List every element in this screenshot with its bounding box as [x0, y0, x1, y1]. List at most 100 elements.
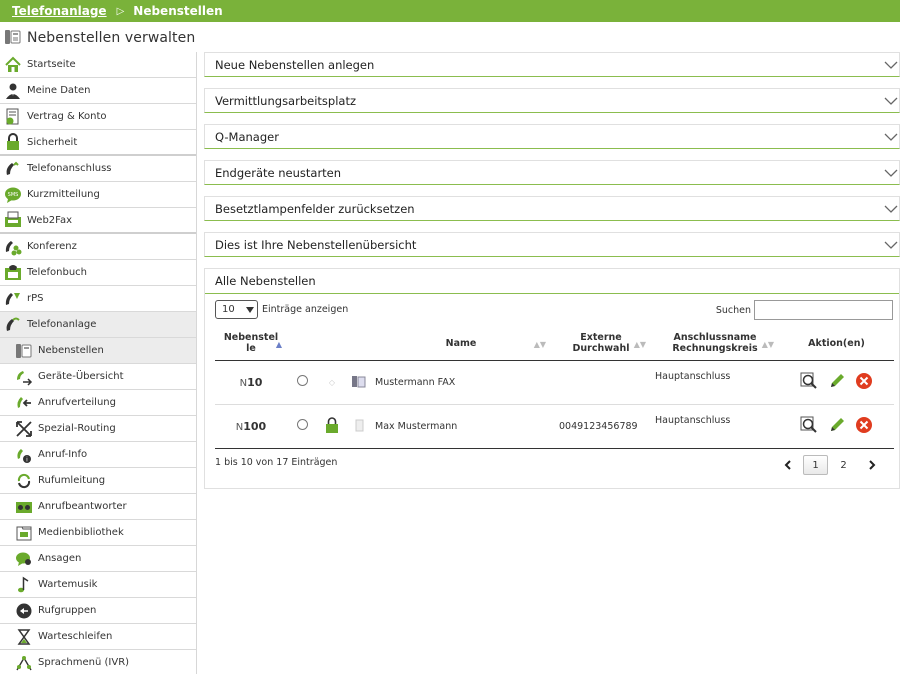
lock-icon[interactable]: [325, 416, 339, 436]
extension-number: N10: [215, 360, 287, 405]
sidebar-item-anrufverteilung[interactable]: Anrufverteilung: [0, 390, 196, 416]
main-content: Neue Nebenstellen anlegen Vermittlungsar…: [204, 52, 900, 489]
breadcrumb: Telefonanlage ▷ Nebenstellen: [0, 0, 900, 22]
column-header-name[interactable]: Name ▲▼: [371, 327, 551, 361]
sidebar-item-label: rPS: [27, 293, 44, 304]
chevron-down-icon: [884, 205, 898, 213]
column-header-label: Aktion(en): [808, 337, 865, 349]
sidebar-item-label: Telefonanschluss: [27, 163, 112, 174]
accordion-vermittlungsarbeitsplatz[interactable]: Vermittlungsarbeitsplatz: [204, 88, 900, 113]
row-radio[interactable]: [296, 419, 308, 430]
row-radio[interactable]: [296, 375, 308, 386]
contract-icon: [4, 108, 22, 126]
sidebar-item-label: Konferenz: [27, 241, 77, 252]
search-control: Suchen: [716, 300, 893, 320]
call-forward-icon: [15, 472, 33, 490]
next-page-button[interactable]: [859, 455, 884, 475]
breadcrumb-link-telefonanlage[interactable]: Telefonanlage: [12, 4, 107, 18]
sidebar-item-telefonanlage[interactable]: Telefonanlage: [0, 312, 196, 338]
breadcrumb-current: Nebenstellen: [133, 4, 223, 18]
ivr-icon: [15, 654, 33, 672]
search-icon[interactable]: [800, 416, 818, 437]
fax-device-icon: [351, 375, 367, 391]
delete-icon[interactable]: [855, 372, 873, 393]
sidebar-item-telefonanschluss[interactable]: Telefonanschluss: [0, 156, 196, 182]
search-icon[interactable]: [800, 372, 818, 393]
table-info: 1 bis 10 von 17 Einträgen: [215, 457, 338, 468]
sidebar-item-nebenstellen[interactable]: Nebenstellen: [0, 338, 196, 364]
page-button-1[interactable]: 1: [803, 455, 828, 475]
search-input[interactable]: [754, 300, 893, 320]
column-header-externe-durchwahl[interactable]: Externe Durchwahl ▲▼: [551, 327, 651, 361]
rps-icon: [4, 290, 22, 308]
page-length-select[interactable]: 10: [215, 300, 258, 319]
extension-ddi: 0049123456789: [551, 404, 651, 449]
search-label: Suchen: [715, 304, 751, 316]
sidebar-item-telefonbuch[interactable]: Telefonbuch: [0, 260, 196, 286]
music-note-icon: [15, 576, 33, 594]
sidebar-item-warteschleifen[interactable]: Warteschleifen: [0, 624, 196, 650]
sidebar-item-label: Warteschleifen: [38, 631, 113, 642]
sidebar-item-label: Wartemusik: [38, 579, 98, 590]
pagination: 1 2: [772, 455, 884, 475]
column-header-label: Name: [445, 337, 477, 349]
delete-icon[interactable]: [855, 416, 873, 437]
sidebar-item-kurzmitteilung[interactable]: SMS Kurzmitteilung: [0, 182, 196, 208]
accordion-besetztlampenfelder[interactable]: Besetztlampenfelder zurücksetzen: [204, 196, 900, 221]
conference-icon: [4, 238, 22, 256]
chevron-down-icon: [246, 306, 254, 313]
row-actions: [779, 360, 894, 405]
sort-asc-icon: ▲: [275, 340, 282, 349]
sidebar-item-konferenz[interactable]: Konferenz: [0, 234, 196, 260]
home-icon: [4, 56, 22, 74]
sidebar-item-rufumleitung[interactable]: Rufumleitung: [0, 468, 196, 494]
accordion-q-manager[interactable]: Q-Manager: [204, 124, 900, 149]
sidebar-item-sicherheit[interactable]: Sicherheit: [0, 130, 196, 156]
sidebar-item-anrufbeantworter[interactable]: Anrufbeantworter: [0, 494, 196, 520]
edit-icon[interactable]: [828, 416, 846, 437]
column-header-label: Anschlussname: [673, 332, 757, 344]
sidebar-item-anruf-info[interactable]: i Anruf-Info: [0, 442, 196, 468]
sidebar-item-meine-daten[interactable]: Meine Daten: [0, 78, 196, 104]
sidebar-item-medienbibliothek[interactable]: Medienbibliothek: [0, 520, 196, 546]
accordion-endgeraete-neustarten[interactable]: Endgeräte neustarten: [204, 160, 900, 185]
extension-prefix: N: [239, 377, 248, 389]
sidebar-item-rps[interactable]: rPS: [0, 286, 196, 312]
accordion-title: Dies ist Ihre Nebenstellenübersicht: [215, 237, 417, 252]
sidebar-item-geraete-uebersicht[interactable]: Geräte-Übersicht: [0, 364, 196, 390]
edit-icon[interactable]: [828, 372, 846, 393]
column-header-select: [287, 327, 317, 361]
page-length-label: Einträge anzeigen: [262, 304, 349, 315]
sidebar-item-startseite[interactable]: Startseite: [0, 52, 196, 78]
sidebar-item-label: Kurzmitteilung: [27, 189, 100, 200]
sidebar-item-label: Telefonanlage: [27, 319, 97, 330]
sidebar-item-label: Sicherheit: [27, 136, 78, 148]
sidebar-item-vertrag-konto[interactable]: Vertrag & Konto: [0, 104, 196, 130]
breadcrumb-separator-icon: ▷: [116, 5, 125, 17]
extension-value: 10: [247, 375, 263, 389]
sidebar-item-label: Anrufverteilung: [38, 397, 116, 408]
call-info-icon: i: [15, 446, 33, 464]
column-header-label: Externe: [580, 332, 622, 344]
chevron-left-icon: [784, 460, 791, 470]
accordion-title: Q-Manager: [215, 129, 279, 144]
chevron-down-icon: [884, 61, 898, 69]
sidebar-item-spezial-routing[interactable]: Spezial-Routing: [0, 416, 196, 442]
phone-system-icon: [4, 316, 22, 334]
sms-icon: SMS: [4, 186, 22, 204]
accordion-neue-nebenstellen[interactable]: Neue Nebenstellen anlegen: [204, 52, 900, 77]
page-button-2[interactable]: 2: [831, 455, 856, 475]
sidebar-item-ansagen[interactable]: Ansagen: [0, 546, 196, 572]
accordion-nebenstellenuebersicht[interactable]: Dies ist Ihre Nebenstellenübersicht: [204, 232, 900, 257]
phonebook-icon: [4, 264, 22, 282]
sidebar-item-rufgruppen[interactable]: Rufgruppen: [0, 598, 196, 624]
prev-page-button[interactable]: [775, 455, 800, 475]
extension-icon: [15, 342, 33, 360]
column-header-anschlussname[interactable]: Anschlussname Rechnungskreis ▲▼: [651, 327, 779, 361]
column-header-nebenstelle[interactable]: Nebenstel le ▲: [215, 327, 287, 361]
sidebar-item-sprachmenue-ivr[interactable]: Sprachmenü (IVR): [0, 650, 196, 674]
sidebar-item-wartemusik[interactable]: Wartemusik: [0, 572, 196, 598]
unlock-placeholder-icon: ◇: [328, 377, 336, 387]
chevron-down-icon: [884, 133, 898, 141]
sidebar-item-web2fax[interactable]: Web2Fax: [0, 208, 196, 234]
